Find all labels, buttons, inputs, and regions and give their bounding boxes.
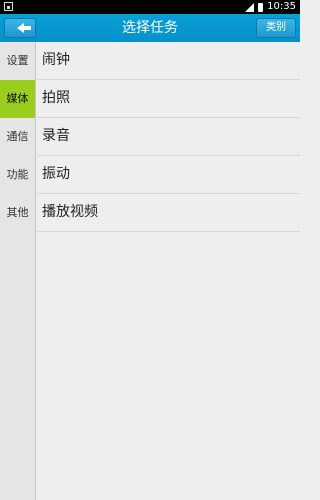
task-item-photo[interactable]: 拍照 [37,80,300,118]
title-bar: 选择任务 类别 [0,14,300,42]
back-button[interactable] [4,18,36,38]
category-sidebar: 设置 媒体 通信 功能 其他 [0,42,36,500]
category-button[interactable]: 类别 [256,18,296,38]
task-item-alarm[interactable]: 闹钟 [37,42,300,80]
sidebar-item-communication[interactable]: 通信 [0,118,35,156]
task-item-record[interactable]: 录音 [37,118,300,156]
notification-image-icon [4,2,13,11]
sidebar-item-functions[interactable]: 功能 [0,156,35,194]
task-item-play-video[interactable]: 播放视频 [37,194,300,232]
task-list: 闹钟 拍照 录音 振动 播放视频 [37,42,300,232]
sidebar-item-other[interactable]: 其他 [0,194,35,232]
battery-icon [258,2,264,12]
sidebar-item-settings[interactable]: 设置 [0,42,35,80]
signal-icon [245,2,255,12]
status-time: 10:35 [267,1,296,12]
status-bar: 10:35 [0,0,300,14]
sidebar-item-media[interactable]: 媒体 [0,80,35,118]
back-arrow-icon [16,23,31,33]
page-title: 选择任务 [122,20,178,36]
status-indicators: 10:35 [245,0,296,14]
task-item-vibrate[interactable]: 振动 [37,156,300,194]
